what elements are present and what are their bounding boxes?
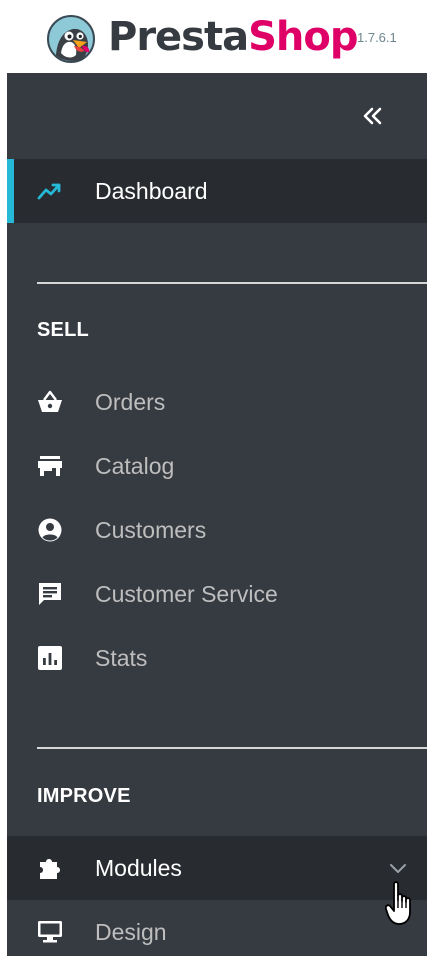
- sidebar-item-label: Stats: [95, 645, 148, 671]
- sidebar-item-orders[interactable]: Orders: [7, 370, 427, 434]
- sidebar-item-label: Design: [95, 919, 167, 945]
- sidebar-item-customers[interactable]: Customers: [7, 498, 427, 562]
- header: PrestaShop 1.7.6.1: [0, 0, 427, 73]
- store-icon: [38, 456, 62, 476]
- sidebar-item-label: Dashboard: [95, 178, 208, 204]
- section-title-improve: IMPROVE: [37, 785, 131, 807]
- sidebar-item-label: Customer Service: [95, 581, 278, 607]
- sidebar-item-label: Customers: [95, 517, 207, 543]
- section-title-sell: SELL: [37, 319, 89, 341]
- chat-icon: [39, 583, 61, 605]
- trending-up-icon: [37, 183, 61, 200]
- double-chevron-left-icon[interactable]: [357, 101, 387, 131]
- active-indicator: [7, 159, 14, 223]
- brand-name-part2: Shop: [248, 14, 358, 60]
- sidebar-item-label: Catalog: [95, 453, 175, 479]
- divider: [37, 282, 427, 284]
- sidebar-item-design[interactable]: Design: [7, 900, 427, 956]
- sidebar-item-label: Modules: [95, 855, 182, 881]
- sidebar-item-customer-service[interactable]: Customer Service: [7, 562, 427, 626]
- sidebar: Dashboard SELL Orders Catalog Customers …: [7, 73, 427, 956]
- chevron-down-icon[interactable]: [387, 860, 409, 876]
- prestashop-puffin-logo[interactable]: [47, 15, 95, 63]
- account-circle-icon: [38, 518, 62, 542]
- divider: [37, 747, 427, 749]
- basket-icon: [38, 390, 62, 412]
- puzzle-icon: [40, 859, 60, 879]
- brand-name-part1: Presta: [108, 14, 249, 60]
- monitor-icon: [38, 921, 62, 943]
- sidebar-item-stats[interactable]: Stats: [7, 626, 427, 690]
- sidebar-item-label: Orders: [95, 389, 166, 415]
- sidebar-item-modules[interactable]: Modules: [7, 836, 427, 900]
- sidebar-item-dashboard[interactable]: Dashboard: [7, 159, 427, 223]
- page: PrestaShop 1.7.6.1 Dashboard SELL Orders…: [0, 0, 427, 956]
- bar-chart-icon: [38, 646, 62, 670]
- version-label: 1.7.6.1: [357, 30, 397, 45]
- sidebar-item-catalog[interactable]: Catalog: [7, 434, 427, 498]
- brand-name[interactable]: PrestaShop: [108, 9, 359, 65]
